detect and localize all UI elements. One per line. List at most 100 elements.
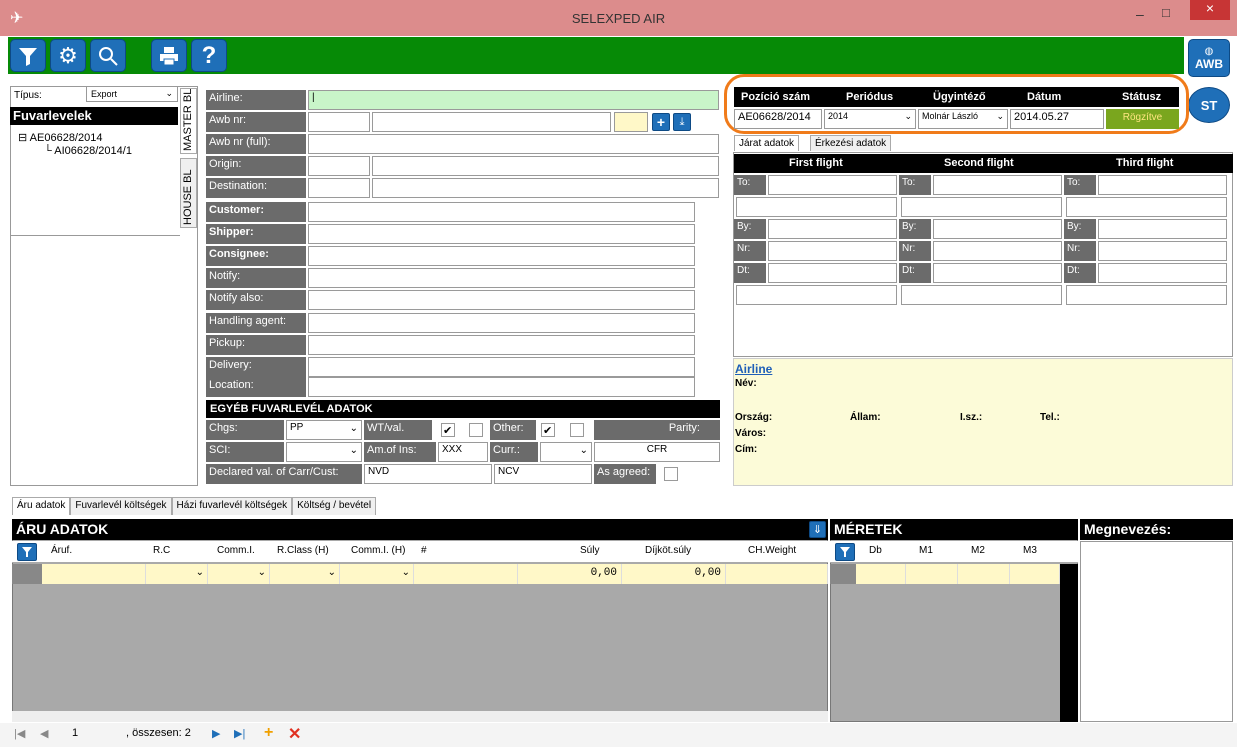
parity-input[interactable]: CFR — [594, 442, 720, 462]
st-button[interactable]: ST — [1188, 87, 1230, 123]
wt-checkbox-2[interactable] — [469, 423, 483, 437]
last-record-icon[interactable]: ▶| — [234, 727, 245, 740]
origin-code-input[interactable] — [308, 156, 370, 176]
search-button[interactable] — [90, 39, 126, 72]
flight3-by-input[interactable] — [1098, 219, 1227, 239]
tab-master-bl[interactable]: MASTER BL — [180, 88, 197, 154]
rc-cell[interactable]: ⌄ — [146, 564, 208, 584]
awb-add-button[interactable]: + — [652, 113, 670, 131]
handling-agent-input[interactable] — [308, 313, 695, 333]
flight3-to-input[interactable] — [1098, 175, 1227, 195]
flight1-extra-input-1[interactable] — [736, 197, 897, 217]
close-button[interactable]: × — [1190, 0, 1230, 20]
comm-h-cell[interactable]: ⌄ — [340, 564, 414, 584]
flight3-extra-input-1[interactable] — [1066, 197, 1227, 217]
flight2-dt-input[interactable] — [933, 263, 1062, 283]
date-input[interactable]: 2014.05.27 — [1010, 109, 1104, 129]
flight3-nr-input[interactable] — [1098, 241, 1227, 261]
minimize-button[interactable]: – — [1136, 6, 1144, 22]
consignee-input[interactable] — [308, 246, 695, 266]
dijkot-cell[interactable]: 0,00 — [622, 564, 726, 584]
other-checkbox-1[interactable]: ✔ — [541, 423, 555, 437]
tree-child[interactable]: └ AI06628/2014/1 — [44, 145, 132, 157]
add-record-icon[interactable]: + — [264, 724, 273, 742]
aruf-cell[interactable] — [42, 564, 146, 584]
comm-cell[interactable]: ⌄ — [208, 564, 270, 584]
customer-input[interactable] — [308, 202, 695, 222]
awb-button[interactable]: ◍ AWB — [1188, 39, 1230, 77]
prev-record-icon[interactable]: ◀ — [40, 727, 48, 740]
goods-collapse-button[interactable]: ⇓ — [809, 521, 826, 538]
tab-waybill-costs[interactable]: Fuvarlevél költségek — [70, 497, 172, 515]
first-record-icon[interactable]: |◀ — [14, 727, 25, 740]
flight1-dt-input[interactable] — [768, 263, 897, 283]
awb-nr-prefix[interactable] — [308, 112, 370, 132]
nvd-input[interactable]: NVD — [364, 464, 492, 484]
description-textarea[interactable] — [1080, 541, 1233, 722]
flight2-to-input[interactable] — [933, 175, 1062, 195]
other-checkbox-2[interactable] — [570, 423, 584, 437]
help-button[interactable]: ? — [191, 39, 227, 72]
destination-code-input[interactable] — [308, 178, 370, 198]
awb-nr-input[interactable] — [372, 112, 611, 132]
flight1-to-input[interactable] — [768, 175, 897, 195]
chgs-select[interactable]: PP ⌄ — [286, 420, 362, 440]
type-select[interactable]: Export ⌄ — [86, 86, 178, 102]
settings-button[interactable]: ⚙ — [50, 39, 86, 72]
tab-flight-data[interactable]: Járat adatok — [734, 135, 800, 151]
period-select[interactable]: 2014 ⌄ — [824, 109, 916, 129]
flight2-nr-input[interactable] — [933, 241, 1062, 261]
tab-house-waybill-costs[interactable]: Házi fuvarlevél költségek — [171, 497, 293, 515]
curr-select[interactable]: ⌄ — [540, 442, 592, 462]
record-number-input[interactable]: 1 — [72, 727, 78, 739]
tab-cost-revenue[interactable]: Költség / bevétel — [292, 497, 377, 515]
hash-cell[interactable] — [414, 564, 518, 584]
flight2-by-input[interactable] — [933, 219, 1062, 239]
am-ins-input[interactable]: XXX — [438, 442, 488, 462]
ncv-input[interactable]: NCV — [494, 464, 592, 484]
flight1-extra-input-5[interactable] — [736, 285, 897, 305]
tab-arrival-data[interactable]: Érkezési adatok — [810, 135, 892, 151]
location-input[interactable] — [308, 377, 695, 397]
awb-full-input[interactable] — [308, 134, 719, 154]
notify-input[interactable] — [308, 268, 695, 288]
tab-house-bl[interactable]: HOUSE BL — [180, 158, 197, 228]
next-record-icon[interactable]: ▶ — [212, 727, 220, 740]
flight1-nr-input[interactable] — [768, 241, 897, 261]
shipper-input[interactable] — [308, 224, 695, 244]
destination-name-input[interactable] — [372, 178, 719, 198]
maximize-button[interactable]: □ — [1162, 5, 1170, 20]
print-button[interactable] — [151, 39, 187, 72]
m3-cell[interactable] — [1010, 564, 1060, 584]
delete-record-icon[interactable]: ✕ — [288, 724, 301, 744]
flight3-extra-input-5[interactable] — [1066, 285, 1227, 305]
flight2-extra-input-5[interactable] — [901, 285, 1062, 305]
tab-goods[interactable]: Áru adatok — [12, 497, 71, 515]
db-cell[interactable] — [856, 564, 906, 584]
rclass-h-cell[interactable]: ⌄ — [270, 564, 340, 584]
m1-cell[interactable] — [906, 564, 958, 584]
origin-name-input[interactable] — [372, 156, 719, 176]
goods-filter-button[interactable] — [17, 543, 37, 561]
filter-button[interactable] — [10, 39, 46, 72]
m2-cell[interactable] — [958, 564, 1010, 584]
airline-info-title[interactable]: Airline — [735, 362, 772, 376]
awb-nr-check[interactable] — [614, 112, 648, 132]
flight2-extra-input-1[interactable] — [901, 197, 1062, 217]
awb-download-button[interactable]: ⤓ — [673, 113, 691, 131]
pickup-input[interactable] — [308, 335, 695, 355]
chweight-cell[interactable] — [726, 564, 828, 584]
delivery-input[interactable] — [308, 357, 695, 377]
wt-checkbox-1[interactable]: ✔ — [441, 423, 455, 437]
flight3-dt-input[interactable] — [1098, 263, 1227, 283]
notify-also-input[interactable] — [308, 290, 695, 310]
tree-root[interactable]: ⊟ AE06628/2014 — [18, 131, 102, 144]
collapse-icon[interactable]: ⊟ — [18, 132, 27, 144]
agent-select[interactable]: Molnár László ⌄ — [918, 109, 1008, 129]
flight1-by-input[interactable] — [768, 219, 897, 239]
as-agreed-checkbox[interactable] — [664, 467, 678, 481]
goods-hscrollbar[interactable] — [12, 711, 828, 722]
dimensions-filter-button[interactable] — [835, 543, 855, 561]
suly-cell[interactable]: 0,00 — [518, 564, 622, 584]
airline-input[interactable]: | — [308, 90, 719, 110]
